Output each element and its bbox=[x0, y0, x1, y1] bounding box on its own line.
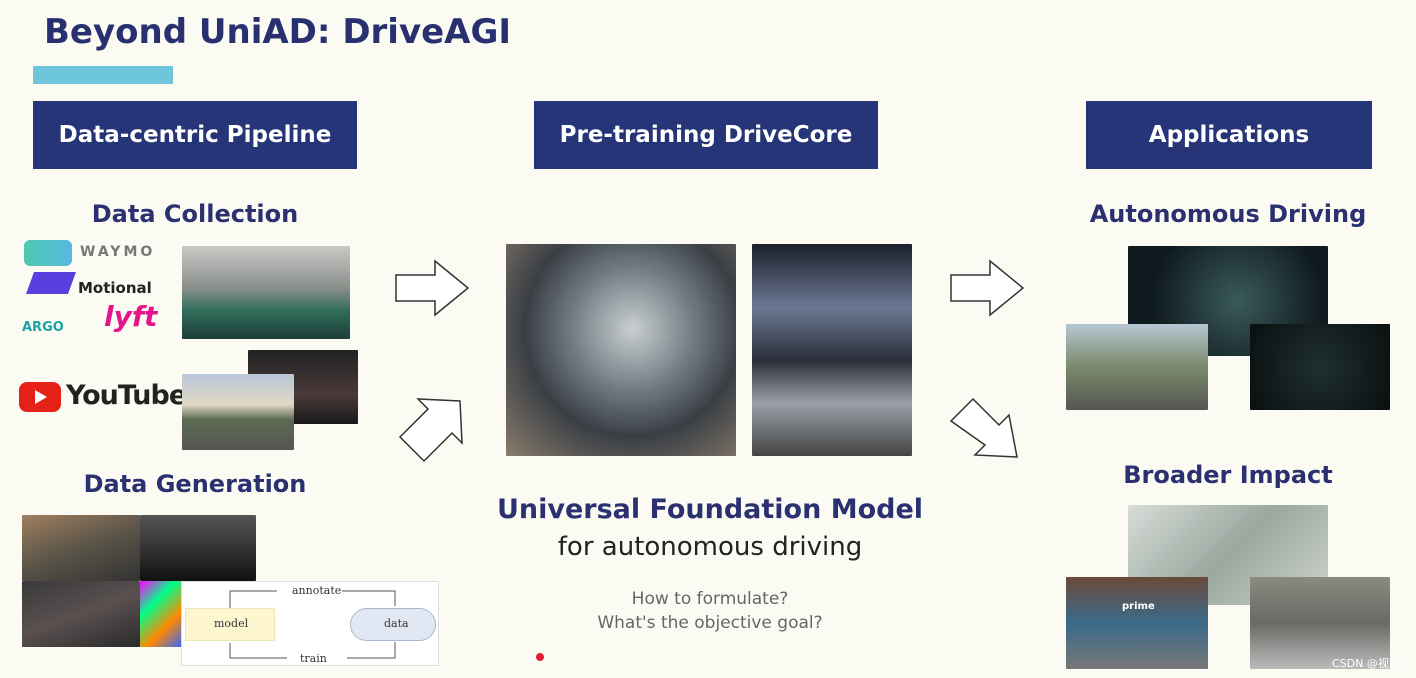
bounding-box-image bbox=[22, 581, 140, 647]
right-arrow-icon bbox=[395, 259, 470, 317]
header-pipeline: Data-centric Pipeline bbox=[33, 101, 357, 169]
prime-label: prime bbox=[1122, 601, 1155, 612]
autonomous-driving-label: Autonomous Driving bbox=[1089, 200, 1367, 228]
youtube-text: YouTube bbox=[66, 380, 187, 411]
slide-title: Beyond UniAD: DriveAGI bbox=[44, 12, 512, 52]
model-subtitle: for autonomous driving bbox=[557, 532, 863, 562]
model-title: Universal Foundation Model bbox=[496, 494, 924, 525]
lyft-logo: lyft bbox=[104, 300, 158, 333]
question-objective: What's the objective goal? bbox=[597, 613, 823, 633]
argo-logo: ARGO bbox=[22, 320, 64, 335]
data-generation-label: Data Generation bbox=[83, 470, 307, 498]
highway-image bbox=[182, 374, 294, 450]
header-pretraining: Pre-training DriveCore bbox=[534, 101, 878, 169]
waymo-logo bbox=[24, 240, 72, 266]
street-detection-image bbox=[1066, 324, 1208, 410]
data-loop-diagram: model data annotate train bbox=[181, 581, 439, 666]
header-applications: Applications bbox=[1086, 101, 1372, 169]
segmentation-image bbox=[140, 581, 182, 647]
watermark: CSDN @视言 bbox=[1332, 657, 1400, 670]
broader-impact-label: Broader Impact bbox=[1123, 461, 1333, 489]
laser-pointer-dot bbox=[536, 653, 544, 661]
youtube-icon bbox=[19, 382, 61, 412]
waymo-text: WAYMO bbox=[80, 244, 156, 260]
right-arrow-icon bbox=[950, 259, 1025, 317]
data-collection-label: Data Collection bbox=[91, 200, 299, 228]
bev-tracking-image bbox=[1250, 324, 1390, 410]
arrows-to-applications bbox=[949, 259, 1025, 458]
depth-image bbox=[140, 515, 256, 581]
question-formulate: How to formulate? bbox=[631, 589, 789, 609]
rgb-image bbox=[22, 515, 140, 581]
delivery-robot-image: prime bbox=[1066, 577, 1208, 669]
robot-head-image bbox=[506, 244, 736, 456]
accent-bar bbox=[33, 66, 173, 84]
motional-logo bbox=[25, 272, 77, 294]
car-interior-image bbox=[752, 244, 912, 456]
up-right-arrow-icon bbox=[398, 398, 463, 463]
motional-text: Motional bbox=[78, 279, 152, 297]
arrows-to-drivecore bbox=[395, 259, 470, 463]
down-right-arrow-icon bbox=[949, 397, 1018, 458]
lidar-image bbox=[182, 246, 350, 339]
diagram-arrows bbox=[229, 590, 396, 659]
